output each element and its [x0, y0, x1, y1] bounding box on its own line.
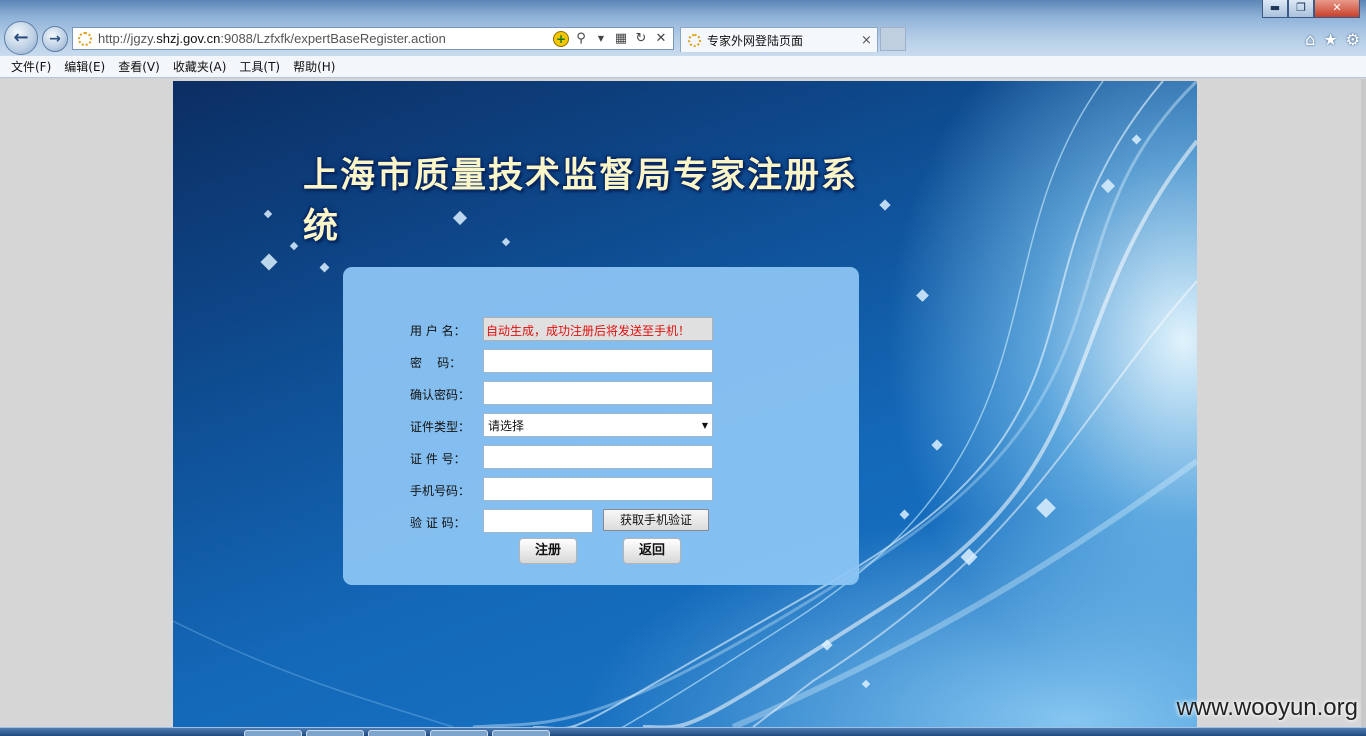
tab-favicon-icon: [688, 33, 701, 47]
forward-arrow-icon[interactable]: →: [42, 26, 68, 52]
form-row-confirm-password: 确认密码：: [343, 381, 859, 405]
minimize-icon[interactable]: ▬: [1262, 0, 1288, 18]
taskbar-button[interactable]: [430, 730, 488, 736]
os-taskbar: [0, 727, 1366, 736]
form-row-username: 用 户 名： 自动生成，成功注册后将发送至手机！: [343, 317, 859, 341]
watermark-text: www.wooyun.org: [1176, 694, 1358, 721]
site-favicon-icon: [78, 31, 92, 46]
page-icon[interactable]: ▦: [613, 31, 629, 46]
form-row-password: 密 码：: [343, 349, 859, 373]
get-sms-code-button[interactable]: 获取手机验证: [603, 509, 709, 531]
page-scrollbar[interactable]: [1361, 79, 1366, 727]
verify-code-field[interactable]: [483, 509, 593, 533]
menu-favorites[interactable]: 收藏夹(A): [168, 58, 235, 75]
url-prefix: http://jgzy.: [98, 31, 157, 46]
password-label: 密 码：: [410, 356, 462, 370]
confirm-password-field[interactable]: [483, 381, 713, 405]
menu-edit[interactable]: 编辑(E): [59, 58, 113, 75]
phone-label: 手机号码：: [410, 484, 471, 498]
new-tab-button[interactable]: [880, 27, 906, 51]
taskbar-button[interactable]: [368, 730, 426, 736]
menu-help[interactable]: 帮助(H): [288, 58, 343, 75]
id-type-selected-value: 请选择: [488, 418, 525, 433]
username-label: 用 户 名：: [410, 324, 466, 338]
address-bar[interactable]: http://jgzy.shzj.gov.cn:9088/Lzfxfk/expe…: [72, 27, 674, 50]
phone-field[interactable]: [483, 477, 713, 501]
menu-file[interactable]: 文件(F): [6, 58, 59, 75]
url-suffix: :9088/Lzfxfk/expertBaseRegister.action: [220, 31, 446, 46]
id-type-label: 证件类型：: [410, 420, 471, 434]
taskbar-button[interactable]: [492, 730, 550, 736]
confirm-password-label: 确认密码：: [410, 388, 471, 402]
tab-close-icon[interactable]: ×: [861, 33, 877, 48]
compatibility-view-icon[interactable]: +: [553, 30, 569, 47]
stop-icon[interactable]: ✕: [653, 31, 669, 46]
form-row-id-type: 证件类型： 请选择 ▼: [343, 413, 859, 437]
search-icon[interactable]: ⚲: [573, 31, 589, 46]
taskbar-button[interactable]: [306, 730, 364, 736]
browser-titlebar: ← → http://jgzy.shzj.gov.cn:9088/Lzfxfk/…: [0, 0, 1366, 56]
dropdown-chevron-icon[interactable]: ▼: [593, 34, 609, 43]
back-arrow-icon[interactable]: ←: [4, 21, 38, 55]
id-number-field[interactable]: [483, 445, 713, 469]
menu-tools[interactable]: 工具(T): [234, 58, 288, 75]
refresh-icon[interactable]: ↻: [633, 31, 649, 46]
address-tools: + ⚲ ▼ ▦ ↻ ✕: [553, 30, 673, 47]
tab-active[interactable]: 专家外网登陆页面 ×: [680, 27, 878, 52]
tools-gear-icon[interactable]: ⚙: [1346, 30, 1360, 49]
tab-title: 专家外网登陆页面: [707, 33, 804, 48]
window-controls: ▬ ❐ ✕: [1262, 0, 1360, 18]
window-close-icon[interactable]: ✕: [1314, 0, 1360, 18]
menu-view[interactable]: 查看(V): [113, 58, 168, 75]
id-number-label: 证 件 号：: [410, 452, 466, 466]
form-row-verify-code: 验 证 码： 获取手机验证: [343, 509, 859, 533]
taskbar-button[interactable]: [244, 730, 302, 736]
register-form-panel: 用 户 名： 自动生成，成功注册后将发送至手机！ 密 码： 确认密码： 证件类型…: [343, 267, 859, 585]
favorites-star-icon[interactable]: ★: [1323, 30, 1337, 49]
password-field[interactable]: [483, 349, 713, 373]
restore-icon[interactable]: ❐: [1288, 0, 1314, 18]
chevron-down-icon: ▼: [701, 420, 708, 430]
home-icon[interactable]: ⌂: [1305, 30, 1315, 49]
page-viewport: 上海市质量技术监督局专家注册系统 用 户 名： 自动生成，成功注册后将发送至手机…: [0, 79, 1366, 727]
browser-toolbar-icons: ⌂ ★ ⚙: [1305, 30, 1360, 49]
username-field[interactable]: 自动生成，成功注册后将发送至手机！: [483, 317, 713, 341]
back-button[interactable]: 返回: [623, 538, 681, 564]
url-text[interactable]: http://jgzy.shzj.gov.cn:9088/Lzfxfk/expe…: [98, 31, 553, 46]
menu-bar: 文件(F) 编辑(E) 查看(V) 收藏夹(A) 工具(T) 帮助(H): [0, 56, 1366, 78]
page-title: 上海市质量技术监督局专家注册系统: [303, 155, 859, 247]
page-background: 上海市质量技术监督局专家注册系统 用 户 名： 自动生成，成功注册后将发送至手机…: [173, 81, 1197, 727]
url-host: shzj.gov.cn: [156, 31, 221, 46]
id-type-select[interactable]: 请选择 ▼: [483, 413, 713, 437]
form-row-id-number: 证 件 号：: [343, 445, 859, 469]
verify-code-label: 验 证 码：: [410, 516, 466, 530]
register-button[interactable]: 注册: [519, 538, 577, 564]
form-row-phone: 手机号码：: [343, 477, 859, 501]
